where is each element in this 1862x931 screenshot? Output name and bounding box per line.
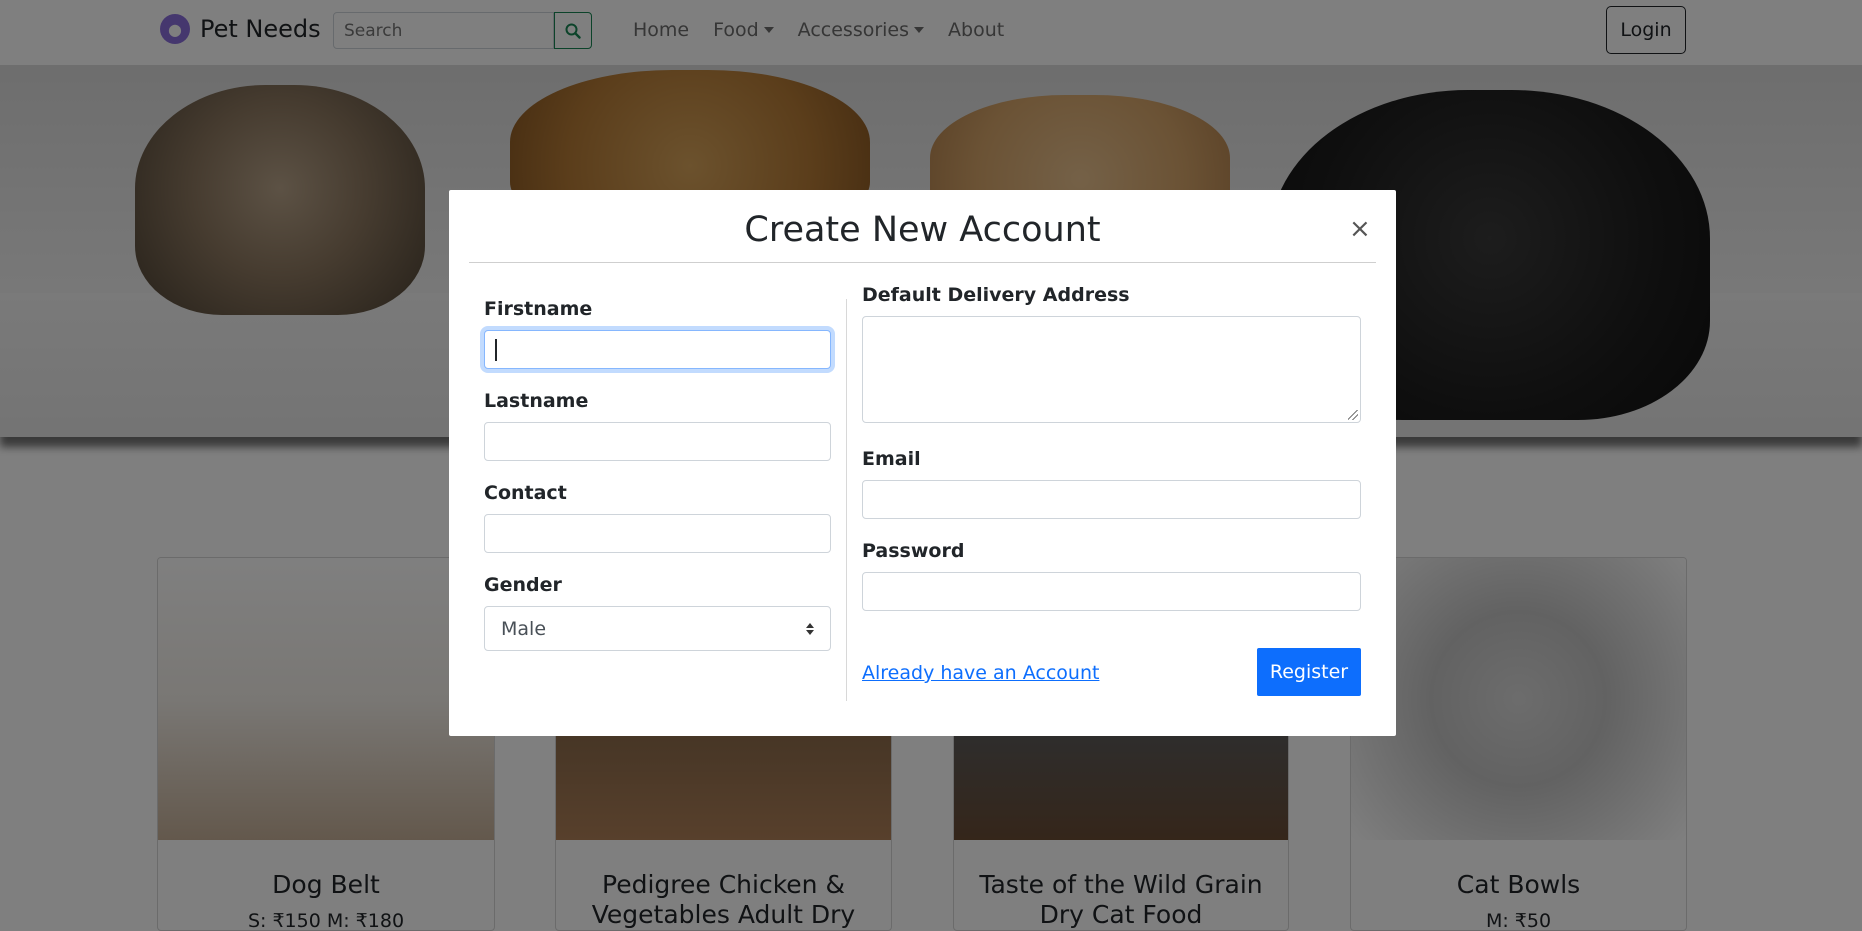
- contact-label: Contact: [484, 482, 567, 504]
- close-icon[interactable]: ×: [1349, 216, 1371, 242]
- column-divider: [846, 299, 847, 701]
- select-arrows-icon: [806, 622, 814, 635]
- email-label: Email: [862, 448, 921, 470]
- address-textarea[interactable]: [862, 316, 1361, 423]
- lastname-input[interactable]: [484, 422, 831, 461]
- contact-input[interactable]: [484, 514, 831, 553]
- left-column: Firstname Lastname Contact Gender Male: [484, 298, 831, 651]
- email-input[interactable]: [862, 480, 1361, 519]
- already-have-account-link[interactable]: Already have an Account: [862, 662, 1099, 684]
- text-cursor: [495, 339, 497, 361]
- gender-label: Gender: [484, 574, 562, 596]
- modal-actions: Already have an Account Register: [862, 648, 1361, 696]
- modal-title: Create New Account: [744, 210, 1101, 250]
- register-button[interactable]: Register: [1257, 648, 1361, 696]
- right-column: Default Delivery Address Email Password: [862, 284, 1361, 632]
- firstname-input[interactable]: [484, 330, 831, 369]
- password-input[interactable]: [862, 572, 1361, 611]
- resize-handle-icon[interactable]: [1348, 410, 1358, 420]
- gender-select[interactable]: Male: [484, 606, 831, 651]
- password-label: Password: [862, 540, 965, 562]
- modal-header: Create New Account ×: [469, 190, 1376, 263]
- firstname-label: Firstname: [484, 298, 593, 320]
- address-label: Default Delivery Address: [862, 284, 1130, 306]
- create-account-modal: Create New Account × Firstname Lastname …: [449, 190, 1396, 736]
- lastname-label: Lastname: [484, 390, 589, 412]
- gender-selected-value: Male: [501, 617, 547, 640]
